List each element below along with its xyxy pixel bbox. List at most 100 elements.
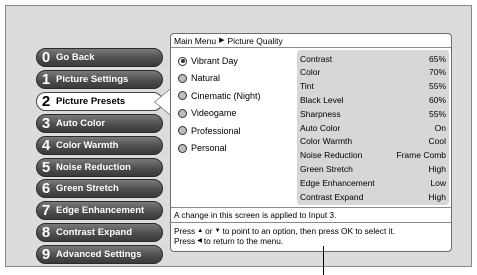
menu-button-number: 0 bbox=[41, 49, 51, 66]
help-press-text: Press bbox=[174, 226, 196, 236]
breadcrumb-root[interactable]: Main Menu bbox=[174, 34, 216, 48]
setting-name: Contrast bbox=[300, 53, 333, 64]
setting-value: 70% bbox=[428, 67, 446, 78]
setting-row: Color Warmth Cool bbox=[297, 135, 449, 148]
menu-button-number: 7 bbox=[41, 202, 51, 220]
setting-value: 60% bbox=[428, 94, 446, 105]
preset-option-personal[interactable]: Personal bbox=[178, 141, 227, 155]
menu-button-green-stretch[interactable]: 6 Green Stretch bbox=[36, 179, 163, 199]
menu-button-auto-color[interactable]: 3 Auto Color bbox=[36, 113, 163, 133]
help-return-text: to return to the menu. bbox=[203, 236, 284, 246]
menu-button-advanced-settings[interactable]: 9 Advanced Settings bbox=[36, 245, 163, 265]
down-arrow-icon: ▼ bbox=[214, 228, 221, 234]
help-text: Press ▲ or ▼ to point to an option, then… bbox=[171, 222, 451, 251]
radio-unselected-icon[interactable] bbox=[178, 73, 187, 83]
menu-button-number: 1 bbox=[41, 70, 51, 88]
menu-button-label: Green Stretch bbox=[56, 183, 119, 195]
radio-unselected-icon[interactable] bbox=[178, 143, 187, 153]
setting-row: Auto Color On bbox=[297, 121, 449, 134]
radio-unselected-icon[interactable] bbox=[178, 108, 187, 118]
up-arrow-icon: ▲ bbox=[197, 228, 204, 234]
preset-option-natural[interactable]: Natural bbox=[178, 71, 220, 85]
setting-row: Tint 55% bbox=[297, 80, 449, 93]
menu-button-contrast-expand[interactable]: 8 Contrast Expand bbox=[36, 223, 163, 243]
breadcrumb-current: Picture Quality bbox=[227, 35, 283, 46]
setting-value: On bbox=[434, 122, 446, 133]
setting-row: Contrast 65% bbox=[297, 52, 449, 65]
setting-row: Black Level 60% bbox=[297, 93, 449, 106]
setting-value: Frame Comb bbox=[396, 150, 446, 161]
preset-label: Professional bbox=[191, 125, 241, 136]
preset-option-professional[interactable]: Professional bbox=[178, 124, 241, 138]
setting-name: Black Level bbox=[300, 94, 344, 105]
radio-unselected-icon[interactable] bbox=[178, 126, 187, 136]
menu-button-number: 4 bbox=[41, 136, 51, 154]
help-or-text: or bbox=[205, 226, 213, 236]
menu-button-noise-reduction[interactable]: 5 Noise Reduction bbox=[36, 157, 163, 177]
menu-button-label: Edge Enhancement bbox=[56, 205, 145, 217]
menu-button-picture-settings[interactable]: 1 Picture Settings bbox=[36, 69, 163, 89]
setting-value: High bbox=[428, 191, 446, 202]
help-line-1: Press ▲ or ▼ to point to an option, then… bbox=[174, 226, 448, 236]
menu-button-label: Contrast Expand bbox=[56, 227, 133, 239]
menu-button-go-back[interactable]: 0 Go Back bbox=[36, 48, 163, 67]
preset-option-vibrant-day[interactable]: Vibrant Day bbox=[178, 54, 238, 68]
menu-button-label: Advanced Settings bbox=[56, 249, 142, 261]
radio-selected-icon[interactable] bbox=[178, 56, 187, 66]
menu-button-label: Picture Settings bbox=[56, 73, 129, 85]
preset-label: Videogame bbox=[191, 108, 237, 119]
menu-button-label: Color Warmth bbox=[56, 139, 119, 151]
setting-row: Noise Reduction Frame Comb bbox=[297, 149, 449, 162]
setting-name: Color bbox=[300, 67, 321, 78]
menu-button-number: 3 bbox=[41, 114, 51, 132]
setting-name: Tint bbox=[300, 81, 314, 92]
setting-row: Edge Enhancement Low bbox=[297, 176, 449, 189]
menu-button-color-warmth[interactable]: 4 Color Warmth bbox=[36, 135, 163, 155]
menu-button-number: 8 bbox=[41, 224, 51, 242]
breadcrumb: Main Menu ▶ Picture Quality bbox=[171, 34, 451, 48]
setting-row: Green Stretch High bbox=[297, 162, 449, 175]
radio-unselected-icon[interactable] bbox=[178, 91, 187, 101]
setting-value: 55% bbox=[428, 108, 446, 119]
menu-button-number: 5 bbox=[41, 158, 51, 176]
preset-label: Vibrant Day bbox=[191, 56, 238, 66]
setting-name: Sharpness bbox=[300, 108, 341, 119]
setting-row: Color 70% bbox=[297, 66, 449, 79]
setting-row: Contrast Expand High bbox=[297, 190, 449, 203]
preset-label: Natural bbox=[191, 73, 221, 84]
menu-button-label: Go Back bbox=[56, 52, 95, 63]
menu-button-picture-presets[interactable]: 2 Picture Presets bbox=[36, 91, 163, 111]
preset-option-videogame[interactable]: Videogame bbox=[178, 106, 236, 120]
menu-button-number: 2 bbox=[41, 92, 51, 110]
setting-name: Auto Color bbox=[300, 122, 341, 133]
setting-name: Edge Enhancement bbox=[300, 177, 375, 188]
help-select-text: to point to an option, then press OK to … bbox=[222, 226, 396, 236]
setting-value: Cool bbox=[428, 136, 446, 147]
menu-button-label: Noise Reduction bbox=[56, 161, 131, 173]
preset-label: Personal bbox=[191, 143, 227, 153]
input-note: A change in this screen is applied to In… bbox=[171, 207, 451, 221]
picture-quality-panel: Main Menu ▶ Picture Quality Vibrant Day N… bbox=[170, 33, 452, 252]
menu-button-number: 6 bbox=[41, 180, 51, 198]
menu-button-number: 9 bbox=[41, 246, 51, 264]
menu-button-label: Auto Color bbox=[56, 117, 106, 129]
left-arrow-icon: ◀ bbox=[197, 238, 202, 244]
tv-screen: 0 Go Back 1 Picture Settings 2 Picture Preset… bbox=[5, 5, 472, 267]
setting-name: Green Stretch bbox=[300, 163, 353, 174]
setting-value: High bbox=[428, 163, 446, 174]
help-press-text-2: Press bbox=[174, 236, 196, 246]
setting-value: 65% bbox=[428, 53, 446, 64]
setting-name: Noise Reduction bbox=[300, 150, 363, 161]
help-line-2: Press ◀ to return to the menu. bbox=[174, 236, 448, 246]
setting-value: Low bbox=[430, 177, 446, 188]
setting-name: Color Warmth bbox=[300, 136, 353, 147]
preset-label: Cinematic (Night) bbox=[191, 90, 261, 101]
setting-name: Contrast Expand bbox=[300, 191, 364, 202]
settings-summary: Contrast 65% Color 70% Tint 55% Black Level 60%… bbox=[297, 50, 449, 205]
preset-option-cinematic-night[interactable]: Cinematic (Night) bbox=[178, 89, 261, 103]
setting-row: Sharpness 55% bbox=[297, 107, 449, 120]
setting-value: 55% bbox=[428, 81, 446, 92]
menu-button-edge-enhancement[interactable]: 7 Edge Enhancement bbox=[36, 201, 163, 221]
callout-line bbox=[323, 246, 324, 275]
breadcrumb-arrow-icon: ▶ bbox=[219, 36, 225, 44]
